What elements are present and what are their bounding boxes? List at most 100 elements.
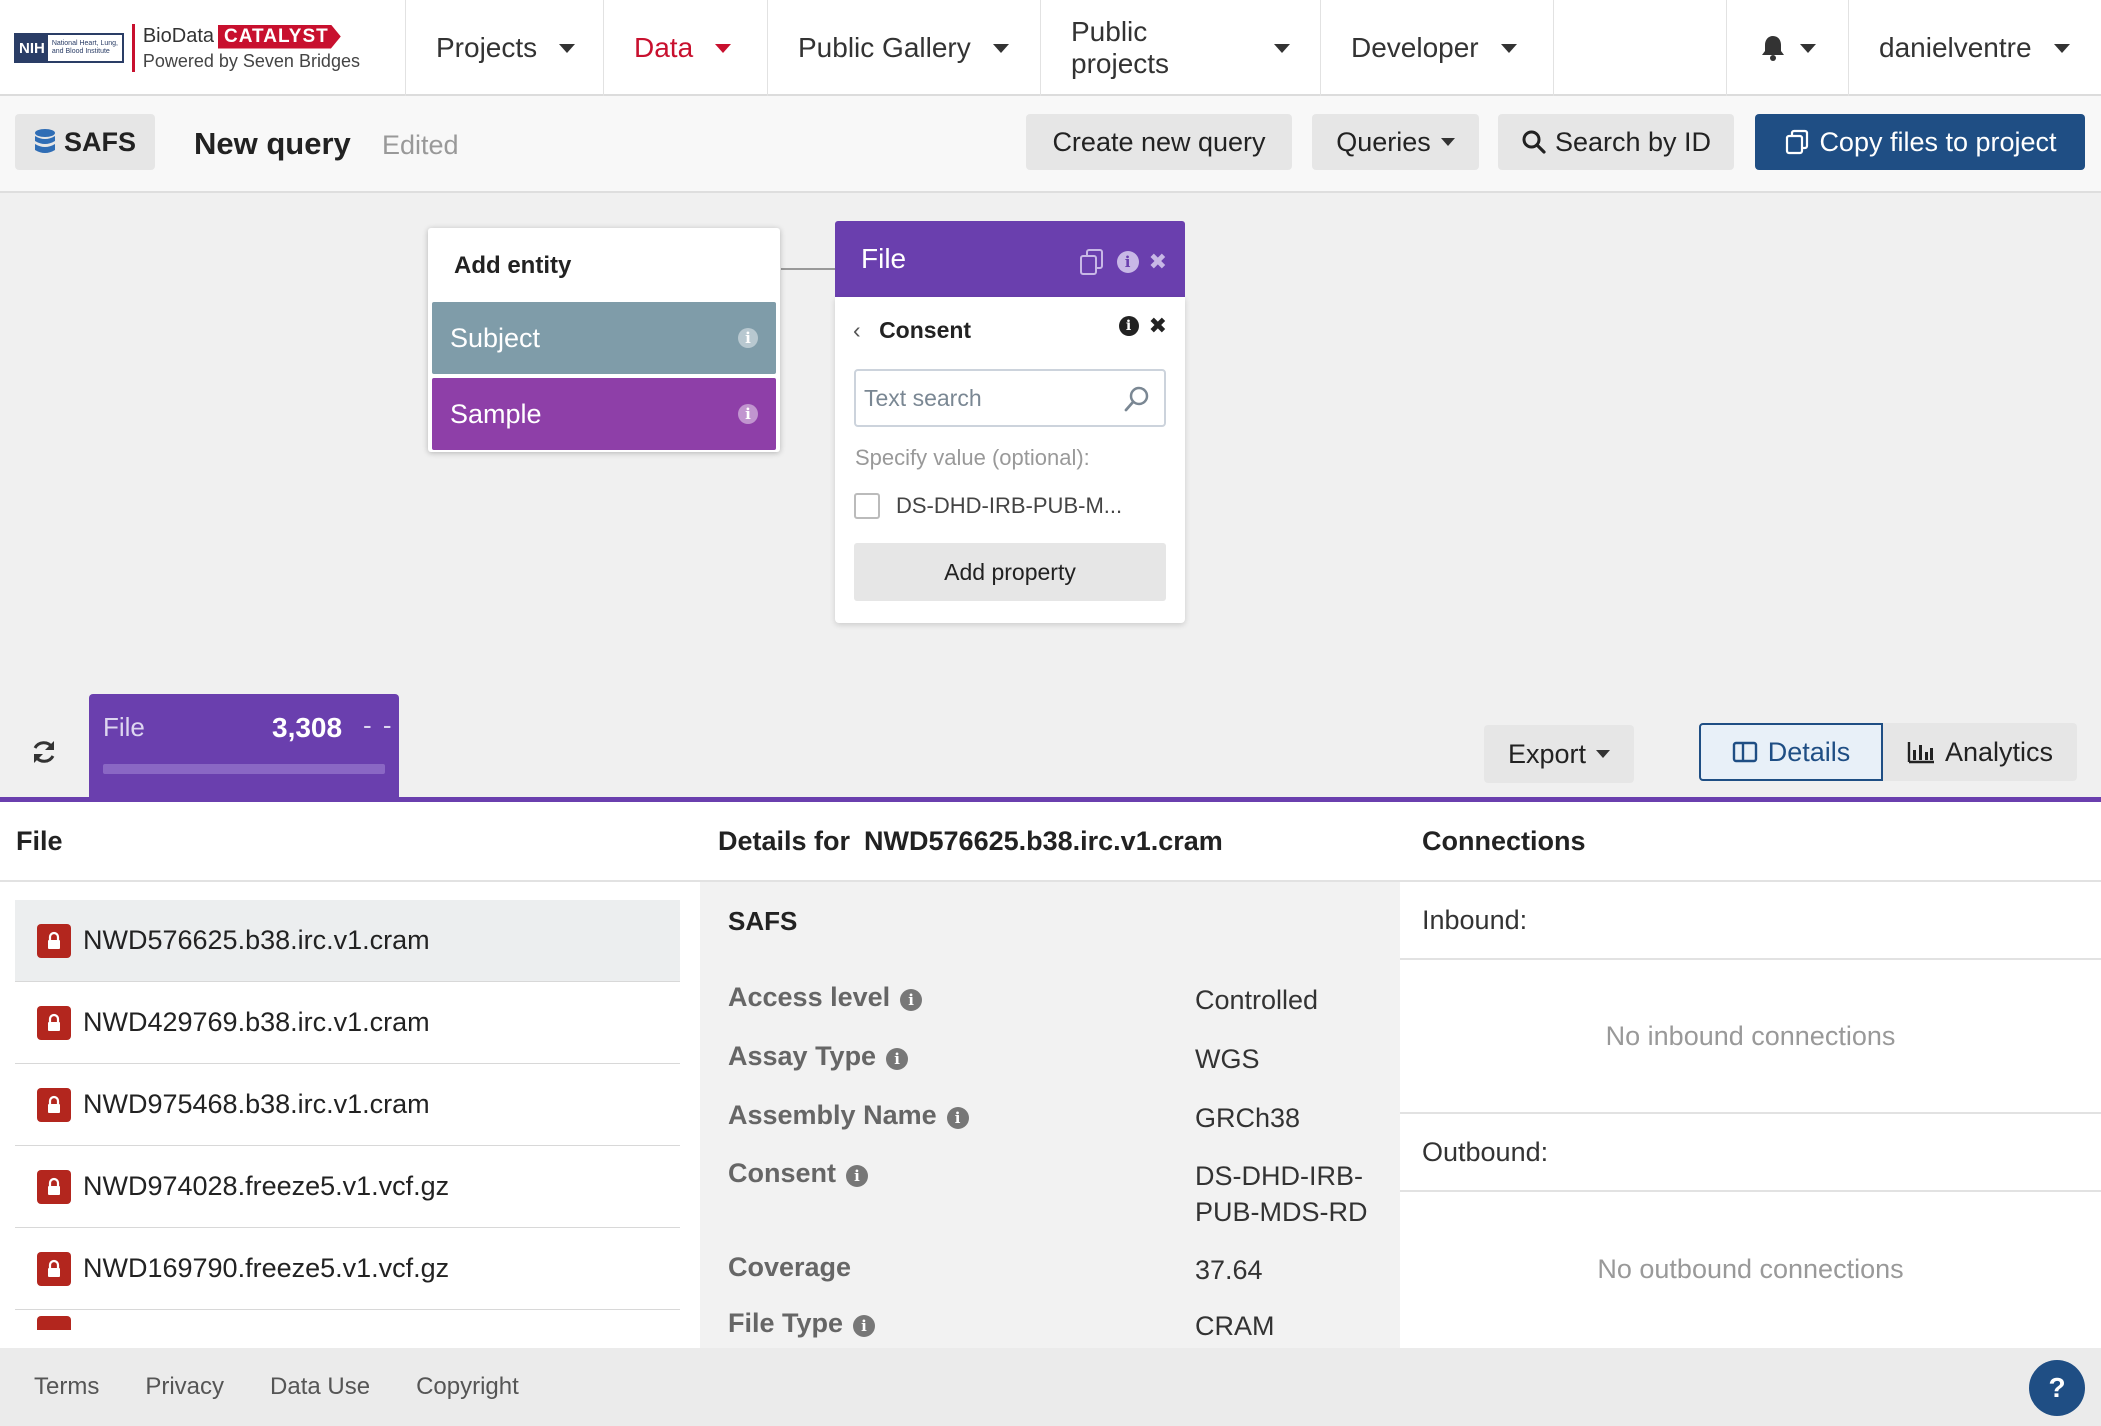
file-row[interactable]: NWD429769.b38.irc.v1.cram (15, 982, 680, 1064)
consent-option[interactable]: DS-DHD-IRB-PUB-M... (854, 493, 1122, 519)
outbound-empty-state: No outbound connections (1597, 1253, 1904, 1284)
nav-data[interactable]: Data (604, 0, 768, 96)
notifications-button[interactable] (1727, 0, 1849, 96)
queries-dropdown[interactable]: Queries (1312, 114, 1479, 170)
view-toggle: Details Analytics (1699, 723, 2077, 781)
lock-icon (37, 1087, 71, 1122)
inbound-label: Inbound: (1400, 882, 2101, 960)
detail-key: Consent (728, 1158, 836, 1188)
consent-search-field[interactable] (854, 369, 1166, 427)
create-new-query-label: Create new query (1052, 126, 1266, 157)
file-row[interactable]: NWD169790.freeze5.v1.vcf.gz (15, 1228, 680, 1310)
footer-data-use-link[interactable]: Data Use (270, 1373, 370, 1401)
add-entity-sample[interactable]: Sample i (432, 378, 776, 450)
file-node-label: File (861, 243, 907, 274)
footer-privacy-link[interactable]: Privacy (145, 1373, 224, 1401)
nav-public-gallery[interactable]: Public Gallery (768, 0, 1041, 96)
specify-value-label: Specify value (optional): (855, 445, 1090, 470)
detail-row-assembly-name: Assembly Name i GRCh38 (728, 1100, 1395, 1136)
detail-key: Assembly Name (728, 1100, 937, 1130)
file-list[interactable]: NWD576625.b38.irc.v1.cram NWD429769.b38.… (0, 882, 700, 1330)
query-toolbar: SAFS New query Edited Create new query Q… (0, 96, 2101, 193)
bell-icon (1761, 36, 1784, 61)
footer-terms-link[interactable]: Terms (34, 1373, 99, 1401)
info-icon[interactable]: i (738, 328, 758, 348)
add-property-button[interactable]: Add property (854, 543, 1166, 601)
lock-icon (37, 1169, 71, 1204)
outbound-label: Outbound: (1400, 1114, 2101, 1192)
footer: Terms Privacy Data Use Copyright ? (0, 1348, 2101, 1426)
file-row[interactable]: NWD975468.b38.irc.v1.cram (15, 1064, 680, 1146)
export-label: Export (1507, 738, 1587, 769)
copy-files-to-project-button[interactable]: Copy files to project (1755, 114, 2085, 170)
detail-key: Coverage (728, 1252, 852, 1282)
copy-icon (1786, 129, 1809, 155)
info-icon[interactable]: i (846, 1165, 868, 1187)
nav-projects[interactable]: Projects (406, 0, 604, 96)
detail-value: Controlled (1195, 985, 1319, 1015)
details-view-button[interactable]: Details (1699, 723, 1883, 781)
detail-row-file-type: File Type i CRAM (728, 1308, 1395, 1344)
query-title[interactable]: New query (194, 126, 351, 162)
consent-header[interactable]: ‹ Consent (853, 317, 971, 344)
file-tab-dash: - - (363, 710, 394, 740)
info-icon[interactable]: i (1118, 316, 1139, 336)
file-name: NWD974028.freeze5.v1.vcf.gz (83, 1171, 450, 1201)
close-icon[interactable]: ✖ (1149, 315, 1167, 337)
nav-projects-label: Projects (436, 32, 538, 63)
details-panel: Details for NWD576625.b38.irc.v1.cram SA… (700, 802, 1400, 1348)
sample-label: Sample (450, 398, 542, 429)
consent-search-input[interactable] (856, 371, 1096, 425)
file-entity-node[interactable]: File i ✖ (835, 221, 1185, 297)
details-section-title: SAFS (728, 906, 798, 936)
info-icon[interactable]: i (1116, 251, 1139, 273)
biodata-catalyst-logo[interactable]: NIH National Heart, Lung, and Blood Inst… (0, 0, 406, 96)
username: danielventre (1879, 32, 2032, 63)
info-icon[interactable]: i (900, 989, 923, 1011)
user-menu[interactable]: danielventre (1849, 0, 2101, 96)
file-row[interactable]: NWD576625.b38.irc.v1.cram (15, 900, 680, 982)
nav-public-projects[interactable]: Public projects (1041, 0, 1321, 96)
file-results-tab[interactable]: File 3,308 - - (89, 694, 399, 798)
add-entity-subject[interactable]: Subject i (432, 302, 776, 374)
lock-icon (37, 1005, 71, 1040)
detail-row-consent: Consent i DS-DHD-IRB-PUB-MDS-RD (728, 1158, 1375, 1230)
info-icon[interactable]: i (886, 1048, 909, 1070)
info-icon[interactable]: i (738, 404, 758, 424)
info-icon[interactable]: i (946, 1107, 969, 1129)
export-dropdown[interactable]: Export (1484, 725, 1634, 783)
chevron-down-icon (992, 43, 1009, 53)
database-icon (34, 129, 55, 153)
details-label: Details (1767, 736, 1851, 767)
close-icon[interactable]: ✖ (1149, 251, 1167, 273)
chevron-down-icon (1440, 138, 1455, 146)
file-name: NWD429769.b38.irc.v1.cram (83, 1007, 430, 1037)
details-header-file: NWD576625.b38.irc.v1.cram (864, 825, 1223, 856)
consent-option-checkbox[interactable] (854, 493, 880, 519)
analytics-view-button[interactable]: Analytics (1883, 723, 2077, 781)
detail-key: Access level (728, 982, 891, 1012)
chevron-down-icon (2053, 43, 2070, 53)
nav-data-label: Data (634, 32, 694, 63)
nav-developer[interactable]: Developer (1321, 0, 1554, 96)
copy-icon[interactable] (1077, 247, 1107, 277)
add-property-label: Add property (944, 558, 1076, 585)
info-icon[interactable]: i (853, 1315, 876, 1337)
subject-label: Subject (450, 322, 541, 353)
chevron-left-icon[interactable]: ‹ (853, 317, 861, 343)
search-by-id-button[interactable]: Search by ID (1498, 114, 1734, 170)
file-row[interactable]: NWD974028.freeze5.v1.vcf.gz (15, 1146, 680, 1228)
file-name: NWD975468.b38.irc.v1.cram (83, 1089, 430, 1119)
detail-key: Assay Type (728, 1041, 877, 1071)
consent-title: Consent (879, 317, 972, 343)
chevron-down-icon (1500, 43, 1517, 53)
columns-icon (1732, 741, 1757, 763)
nav-public-projects-label: Public projects (1071, 16, 1170, 79)
refresh-icon[interactable] (30, 738, 58, 766)
safs-dataset-button[interactable]: SAFS (15, 114, 155, 170)
detail-value: WGS (1195, 1044, 1260, 1074)
help-button[interactable]: ? (2029, 1360, 2085, 1416)
footer-copyright-link[interactable]: Copyright (416, 1373, 519, 1401)
detail-value: CRAM (1195, 1311, 1275, 1341)
create-new-query-button[interactable]: Create new query (1026, 114, 1292, 170)
